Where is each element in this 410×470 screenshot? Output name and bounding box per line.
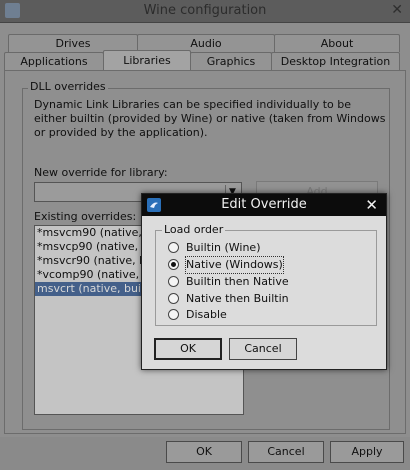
close-icon[interactable]: ✕ bbox=[365, 196, 378, 214]
load-order-label: Load order bbox=[162, 223, 226, 236]
existing-overrides-label: Existing overrides: bbox=[34, 210, 137, 223]
radio-label: Builtin (Wine) bbox=[186, 241, 261, 254]
dll-description: Dynamic Link Libraries can be specified … bbox=[34, 98, 386, 139]
tab-applications[interactable]: Applications bbox=[4, 52, 104, 70]
dialog-cancel-button[interactable]: Cancel bbox=[229, 338, 297, 360]
dialog-ok-button[interactable]: OK bbox=[154, 338, 222, 360]
radio-label: Disable bbox=[186, 308, 227, 321]
radio-button[interactable] bbox=[168, 276, 179, 287]
tab-label: Desktop Integration bbox=[280, 55, 391, 68]
radio-button[interactable] bbox=[168, 293, 179, 304]
close-icon[interactable]: ✕ bbox=[391, 2, 403, 18]
window-title: Wine configuration bbox=[143, 3, 267, 18]
radio-button[interactable] bbox=[168, 309, 179, 320]
tab-label: Drives bbox=[55, 37, 91, 50]
tab-desktop-integration[interactable]: Desktop Integration bbox=[271, 52, 400, 70]
ok-button[interactable]: OK bbox=[166, 441, 242, 463]
dialog-title: Edit Override bbox=[221, 197, 307, 212]
new-override-label: New override for library: bbox=[34, 166, 168, 179]
dll-overrides-label: DLL overrides bbox=[28, 80, 108, 93]
tab-label: Libraries bbox=[123, 54, 171, 67]
edit-override-dialog: Edit Override ✕ Load order Builtin (Wine… bbox=[141, 193, 387, 370]
tab-label: Graphics bbox=[206, 55, 256, 68]
tab-about[interactable]: About bbox=[274, 34, 400, 52]
tab-graphics[interactable]: Graphics bbox=[190, 52, 272, 70]
tab-label: About bbox=[320, 37, 354, 50]
radio-button[interactable] bbox=[168, 242, 179, 253]
tab-libraries[interactable]: Libraries bbox=[103, 50, 191, 70]
radio-label: Native then Builtin bbox=[186, 292, 289, 305]
cancel-button[interactable]: Cancel bbox=[248, 441, 324, 463]
radio-label: Native (Windows) bbox=[185, 256, 284, 274]
tab-label: Applications bbox=[20, 55, 88, 68]
tab-label: Audio bbox=[190, 37, 222, 50]
dialog-title-bar[interactable]: Edit Override ✕ bbox=[142, 194, 386, 216]
radio-label: Builtin then Native bbox=[186, 275, 289, 288]
radio-button-selected[interactable] bbox=[168, 259, 179, 270]
title-bar[interactable]: Wine configuration ✕ bbox=[0, 0, 410, 23]
apply-button[interactable]: Apply bbox=[330, 441, 404, 463]
